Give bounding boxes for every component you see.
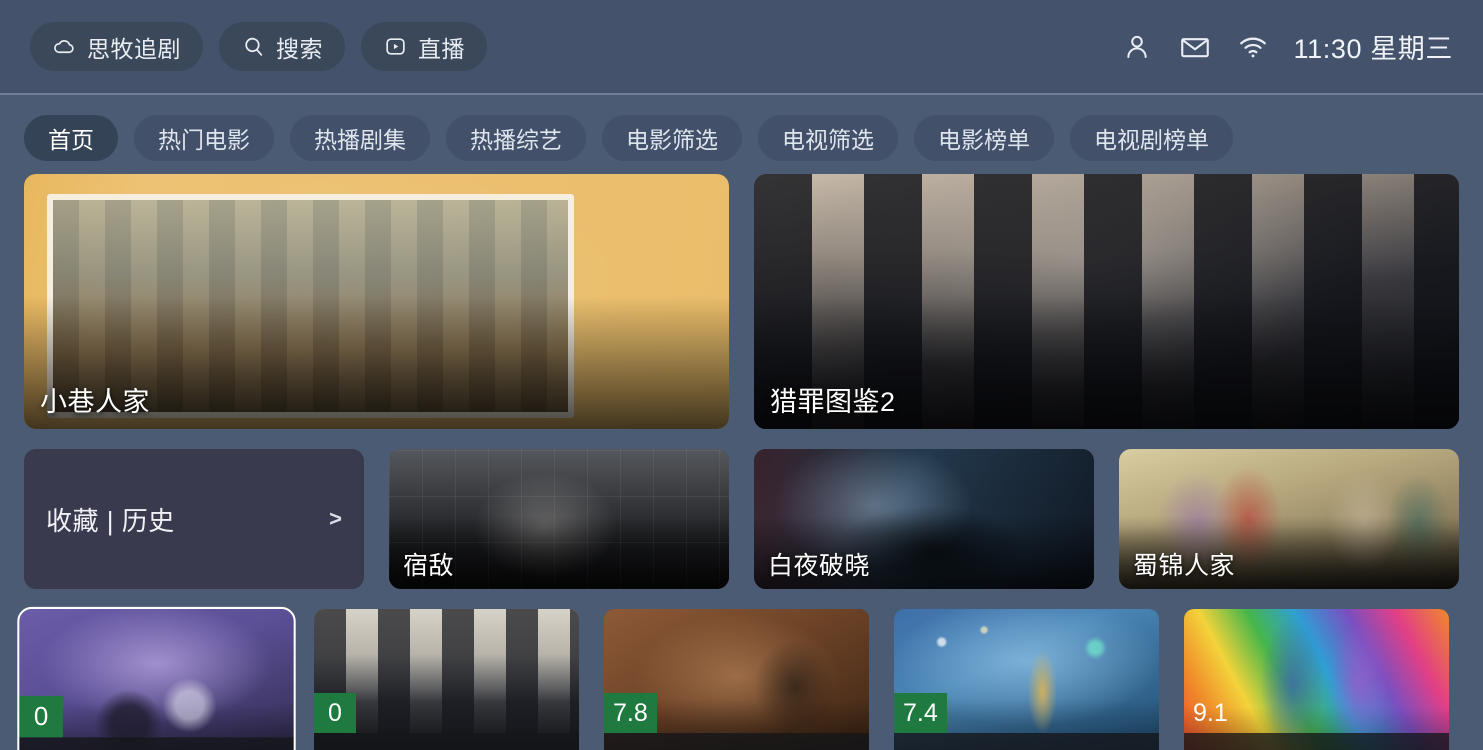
tab-label: 热播剧集 — [314, 126, 406, 153]
poster-card[interactable]: 0 — [314, 609, 579, 750]
content-area: 小巷人家 猎罪图鉴2 收藏 | 历史 > 宿敌 白夜破晓 蜀锦人家 — [0, 165, 1483, 589]
poster-footer-strip — [1184, 733, 1449, 750]
tab-label: 电视筛选 — [782, 126, 874, 153]
app-shortcut-live[interactable]: 直播 — [361, 22, 487, 71]
poster-footer-strip — [19, 737, 294, 750]
tab-tv-rank[interactable]: 电视剧榜单 — [1070, 114, 1233, 161]
clock: 11:30 星期三 — [1293, 34, 1453, 64]
tab-home[interactable]: 首页 — [24, 114, 118, 161]
rating-badge: 0 — [19, 695, 63, 738]
banner-row: 小巷人家 猎罪图鉴2 — [24, 174, 1459, 429]
mid-row: 收藏 | 历史 > 宿敌 白夜破晓 蜀锦人家 — [24, 449, 1459, 589]
favorites-history-tile[interactable]: 收藏 | 历史 > — [24, 449, 364, 589]
tab-label: 热播综艺 — [470, 126, 562, 153]
search-icon — [241, 34, 266, 59]
card-title: 宿敌 — [403, 552, 455, 580]
cloud-icon — [52, 34, 77, 59]
rating-badge: 0 — [314, 693, 356, 733]
card-title: 蜀锦人家 — [1133, 552, 1236, 580]
user-icon[interactable] — [1120, 30, 1154, 64]
poster-card[interactable]: 9.1 — [1184, 609, 1449, 750]
rating-badge: 7.8 — [604, 693, 657, 733]
app-shortcuts: 思牧追剧 搜索 直播 — [30, 22, 487, 71]
tab-hot-series[interactable]: 热播剧集 — [290, 114, 430, 161]
media-card[interactable]: 白夜破晓 — [754, 449, 1094, 589]
tab-label: 热门电影 — [158, 126, 250, 153]
tab-hot-movies[interactable]: 热门电影 — [134, 114, 274, 161]
poster-card[interactable]: 7.4 — [894, 609, 1159, 750]
tab-label: 电影榜单 — [938, 126, 1030, 153]
wifi-icon[interactable] — [1236, 30, 1270, 64]
tab-movie-filter[interactable]: 电影筛选 — [602, 114, 742, 161]
poster-footer-strip — [604, 733, 869, 750]
app-shortcut-label: 直播 — [418, 35, 465, 62]
tab-hot-variety[interactable]: 热播综艺 — [446, 114, 586, 161]
poster-footer-strip — [314, 733, 579, 750]
mail-icon[interactable] — [1178, 30, 1212, 64]
app-shortcut-search[interactable]: 搜索 — [219, 22, 345, 71]
app-shortcut-siumu[interactable]: 思牧追剧 — [30, 22, 203, 71]
media-card[interactable]: 蜀锦人家 — [1119, 449, 1459, 589]
poster-footer-strip — [894, 733, 1159, 750]
favorites-history-label: 收藏 | 历史 — [46, 505, 175, 536]
nav-tabs: 首页 热门电影 热播剧集 热播综艺 电影筛选 电视筛选 电影榜单 电视剧榜单 — [0, 95, 1483, 165]
poster-card[interactable]: 7.8 — [604, 609, 869, 750]
tab-tv-filter[interactable]: 电视筛选 — [758, 114, 898, 161]
status-area: 11:30 星期三 — [1120, 27, 1453, 66]
banner-card[interactable]: 猎罪图鉴2 — [754, 174, 1459, 429]
tab-label: 首页 — [48, 126, 94, 153]
tab-movie-rank[interactable]: 电影榜单 — [914, 114, 1054, 161]
poster-row: 0 0 7.8 7.4 9.1 — [0, 606, 1483, 750]
banner-card[interactable]: 小巷人家 — [24, 174, 729, 429]
live-tv-icon — [383, 34, 408, 59]
banner-title: 猎罪图鉴2 — [770, 387, 896, 417]
chevron-right-icon: > — [329, 506, 342, 531]
media-card[interactable]: 宿敌 — [389, 449, 729, 589]
banner-title: 小巷人家 — [40, 387, 150, 417]
top-bar: 思牧追剧 搜索 直播 11:30 星期三 — [0, 0, 1483, 95]
app-shortcut-label: 搜索 — [276, 35, 323, 62]
rating-badge: 9.1 — [1193, 698, 1228, 727]
card-title: 白夜破晓 — [768, 552, 871, 580]
tab-label: 电视剧榜单 — [1094, 126, 1209, 153]
poster-card[interactable]: 0 — [17, 606, 296, 750]
rating-badge: 7.4 — [894, 693, 947, 733]
app-shortcut-label: 思牧追剧 — [87, 35, 181, 62]
tab-label: 电影筛选 — [626, 126, 718, 153]
